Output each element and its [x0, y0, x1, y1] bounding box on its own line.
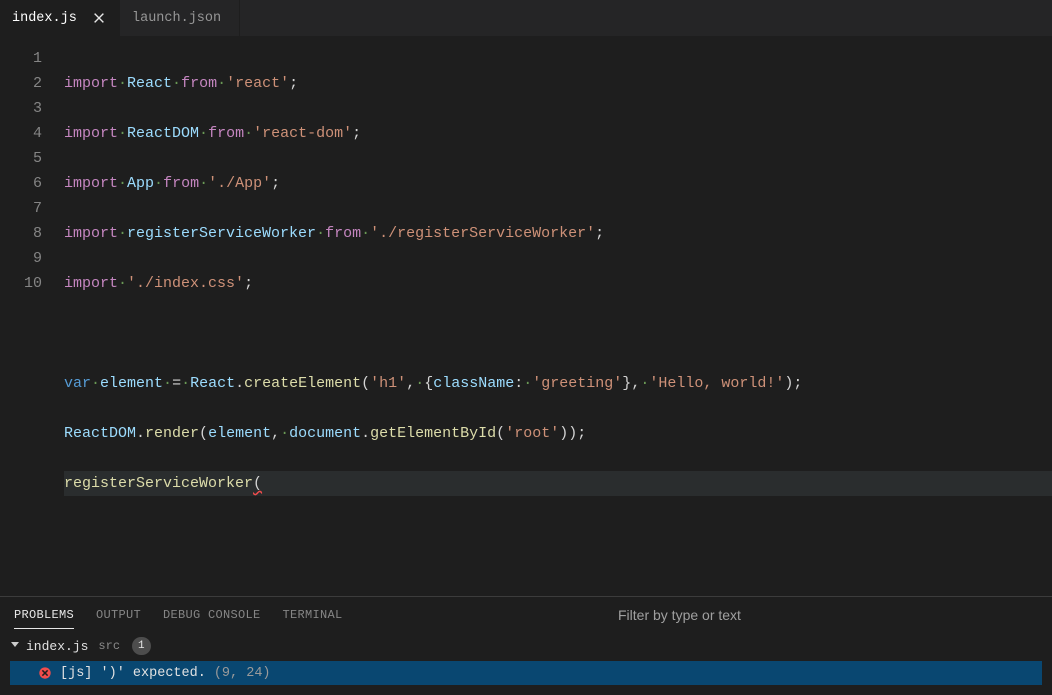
problem-message: [js] ')' expected. [60, 666, 206, 681]
problem-file-dir: src [98, 639, 120, 653]
code-line[interactable] [64, 521, 1052, 546]
line-number: 9 [0, 246, 42, 271]
code-area[interactable]: import·React·from·'react'; import·ReactD… [64, 46, 1052, 596]
line-number: 1 [0, 46, 42, 71]
bottom-panel: PROBLEMS OUTPUT DEBUG CONSOLE TERMINAL i… [0, 596, 1052, 695]
line-number-gutter: 1 2 3 4 5 6 7 8 9 10 [0, 46, 64, 596]
filter-input[interactable] [618, 607, 1038, 623]
line-number: 7 [0, 196, 42, 221]
tab-label: index.js [12, 11, 83, 26]
editor-tabs: index.js launch.json [0, 0, 1052, 36]
code-line[interactable] [64, 321, 1052, 346]
code-line[interactable]: ReactDOM.render(element,·document.getEle… [64, 421, 1052, 446]
tab-terminal[interactable]: TERMINAL [283, 602, 343, 629]
line-number: 4 [0, 121, 42, 146]
line-number: 10 [0, 271, 42, 296]
chevron-down-icon [10, 639, 20, 654]
tab-problems[interactable]: PROBLEMS [14, 602, 74, 629]
problem-count-badge: 1 [132, 637, 151, 655]
problem-position: (9, 24) [214, 666, 271, 681]
problem-file-row[interactable]: index.js src 1 [10, 635, 1042, 657]
tab-debug-console[interactable]: DEBUG CONSOLE [163, 602, 261, 629]
line-number: 2 [0, 71, 42, 96]
code-line[interactable]: var·element·=·React.createElement('h1',·… [64, 371, 1052, 396]
panel-tabs: PROBLEMS OUTPUT DEBUG CONSOLE TERMINAL [14, 602, 618, 629]
filter-input-wrap [618, 603, 1038, 627]
tab-launch-json[interactable]: launch.json [120, 0, 240, 36]
problems-body: index.js src 1 [js] ')' expected. (9, 24… [0, 633, 1052, 695]
code-line[interactable]: import·App·from·'./App'; [64, 171, 1052, 196]
code-line[interactable]: import·React·from·'react'; [64, 71, 1052, 96]
line-number: 6 [0, 171, 42, 196]
code-line[interactable]: import·ReactDOM·from·'react-dom'; [64, 121, 1052, 146]
line-number: 8 [0, 221, 42, 246]
tab-index-js[interactable]: index.js [0, 0, 120, 36]
code-line[interactable]: registerServiceWorker( [64, 471, 1052, 496]
line-number: 3 [0, 96, 42, 121]
tab-output[interactable]: OUTPUT [96, 602, 141, 629]
problem-item[interactable]: [js] ')' expected. (9, 24) [10, 661, 1042, 685]
tab-label: launch.json [132, 11, 227, 26]
error-icon [38, 666, 52, 680]
problem-file-name: index.js [26, 639, 88, 654]
code-line[interactable]: import·'./index.css'; [64, 271, 1052, 296]
code-line[interactable]: import·registerServiceWorker·from·'./reg… [64, 221, 1052, 246]
code-editor[interactable]: 1 2 3 4 5 6 7 8 9 10 import·React·from·'… [0, 36, 1052, 596]
syntax-error-marker: ( [253, 475, 262, 492]
close-icon[interactable] [91, 10, 107, 26]
line-number: 5 [0, 146, 42, 171]
panel-header: PROBLEMS OUTPUT DEBUG CONSOLE TERMINAL [0, 597, 1052, 633]
